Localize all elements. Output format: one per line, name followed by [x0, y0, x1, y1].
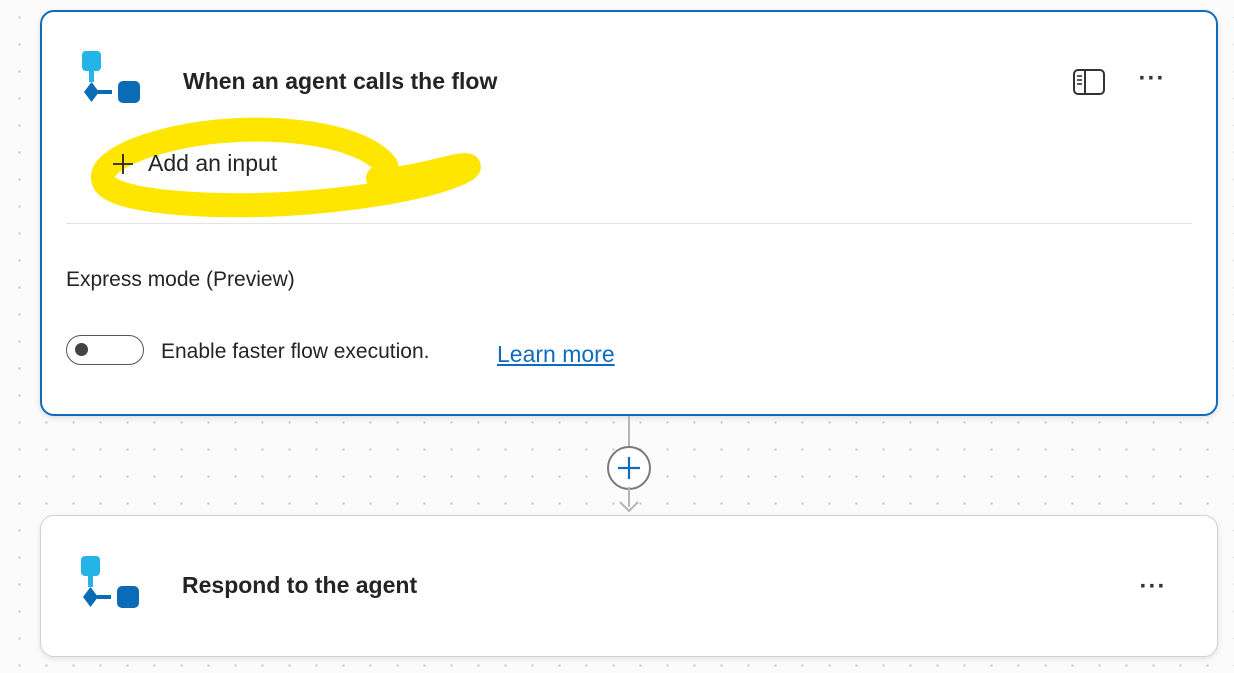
- agent-flow-icon: [82, 51, 140, 103]
- toggle-knob: [75, 343, 88, 356]
- add-step-button[interactable]: [607, 446, 651, 490]
- divider: [66, 223, 1192, 224]
- express-mode-toggle[interactable]: [66, 335, 144, 365]
- learn-more-link[interactable]: Learn more: [497, 341, 615, 368]
- plus-circle-icon: [618, 457, 640, 479]
- plus-icon: [113, 153, 133, 174]
- side-panel-icon[interactable]: [1072, 68, 1106, 96]
- more-options-button[interactable]: ···: [1134, 64, 1170, 94]
- connector-line: [628, 416, 630, 450]
- add-input-label: Add an input: [148, 150, 278, 176]
- add-input-button[interactable]: Add an input: [112, 150, 277, 177]
- agent-flow-icon: [81, 556, 139, 608]
- respond-card[interactable]: Respond to the agent ···: [40, 515, 1218, 657]
- trigger-card[interactable]: When an agent calls the flow ··· Add an …: [40, 10, 1218, 416]
- arrow-down-icon: [619, 501, 639, 513]
- more-options-button[interactable]: ···: [1135, 572, 1171, 602]
- toggle-label: Enable faster flow execution.: [161, 340, 430, 363]
- card-title: Respond to the agent: [182, 572, 418, 598]
- express-mode-label: Express mode (Preview): [66, 268, 295, 291]
- card-title: When an agent calls the flow: [183, 68, 498, 94]
